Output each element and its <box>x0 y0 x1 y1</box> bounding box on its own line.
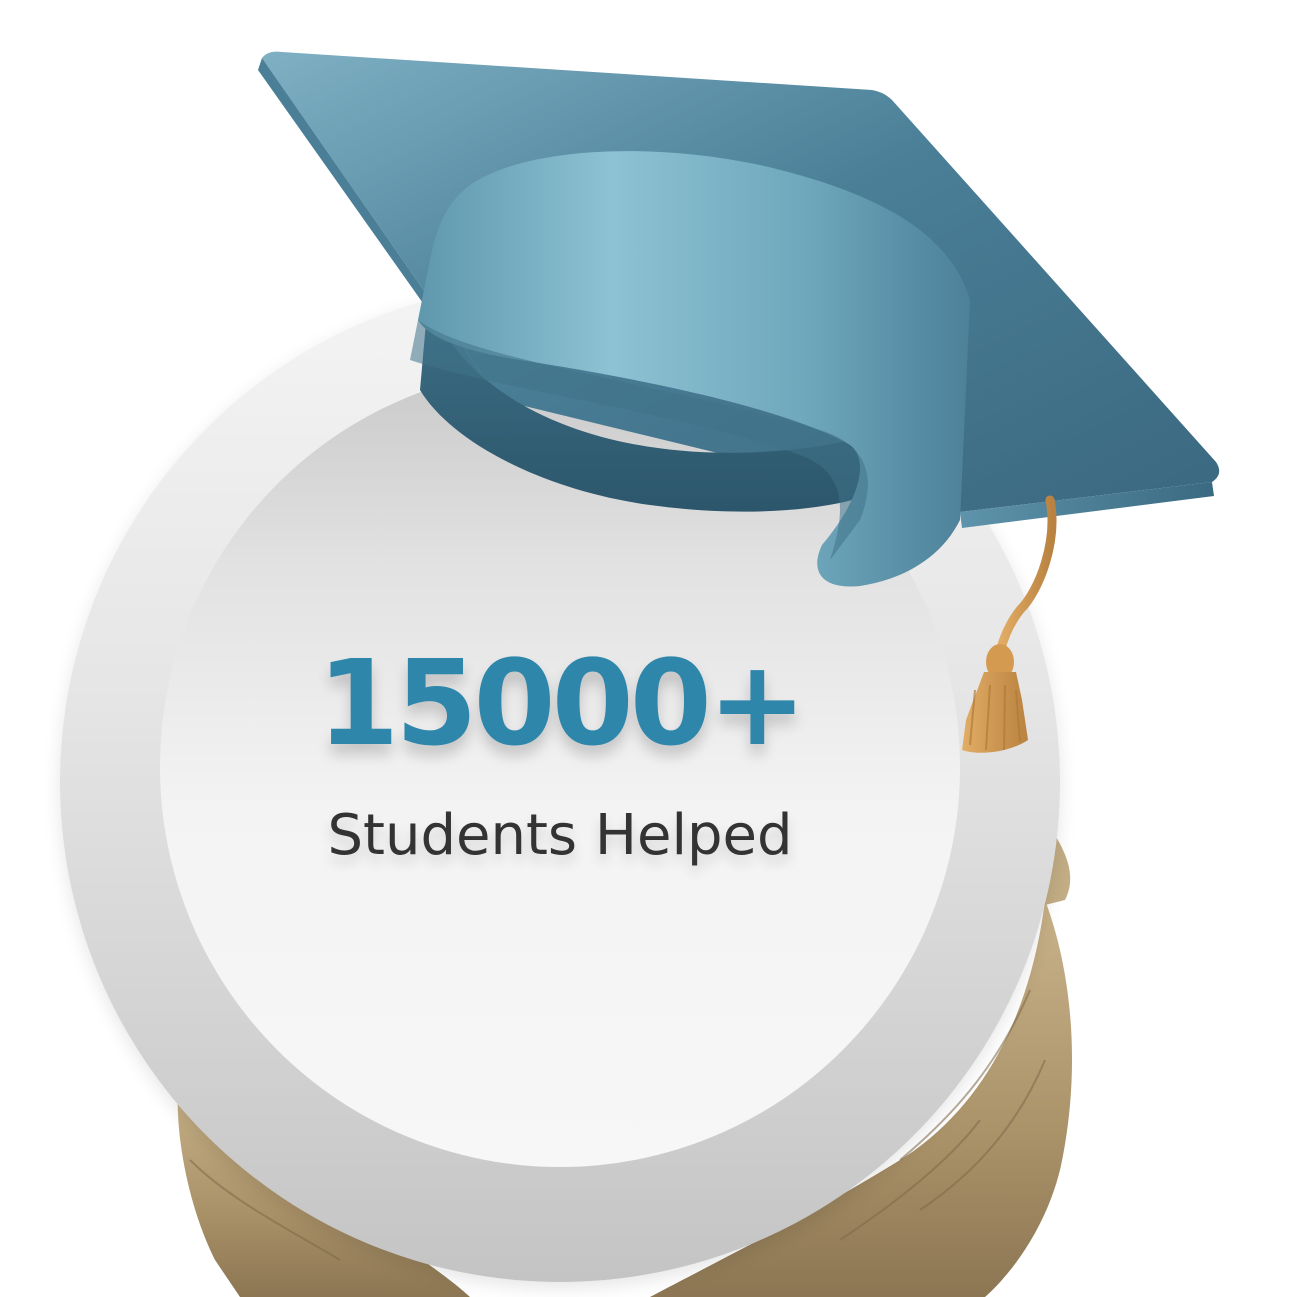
students-count: 15000+ <box>317 634 806 772</box>
students-helped-graphic: 15000+ Students Helped <box>0 0 1297 1297</box>
students-label: Students Helped <box>327 803 793 868</box>
